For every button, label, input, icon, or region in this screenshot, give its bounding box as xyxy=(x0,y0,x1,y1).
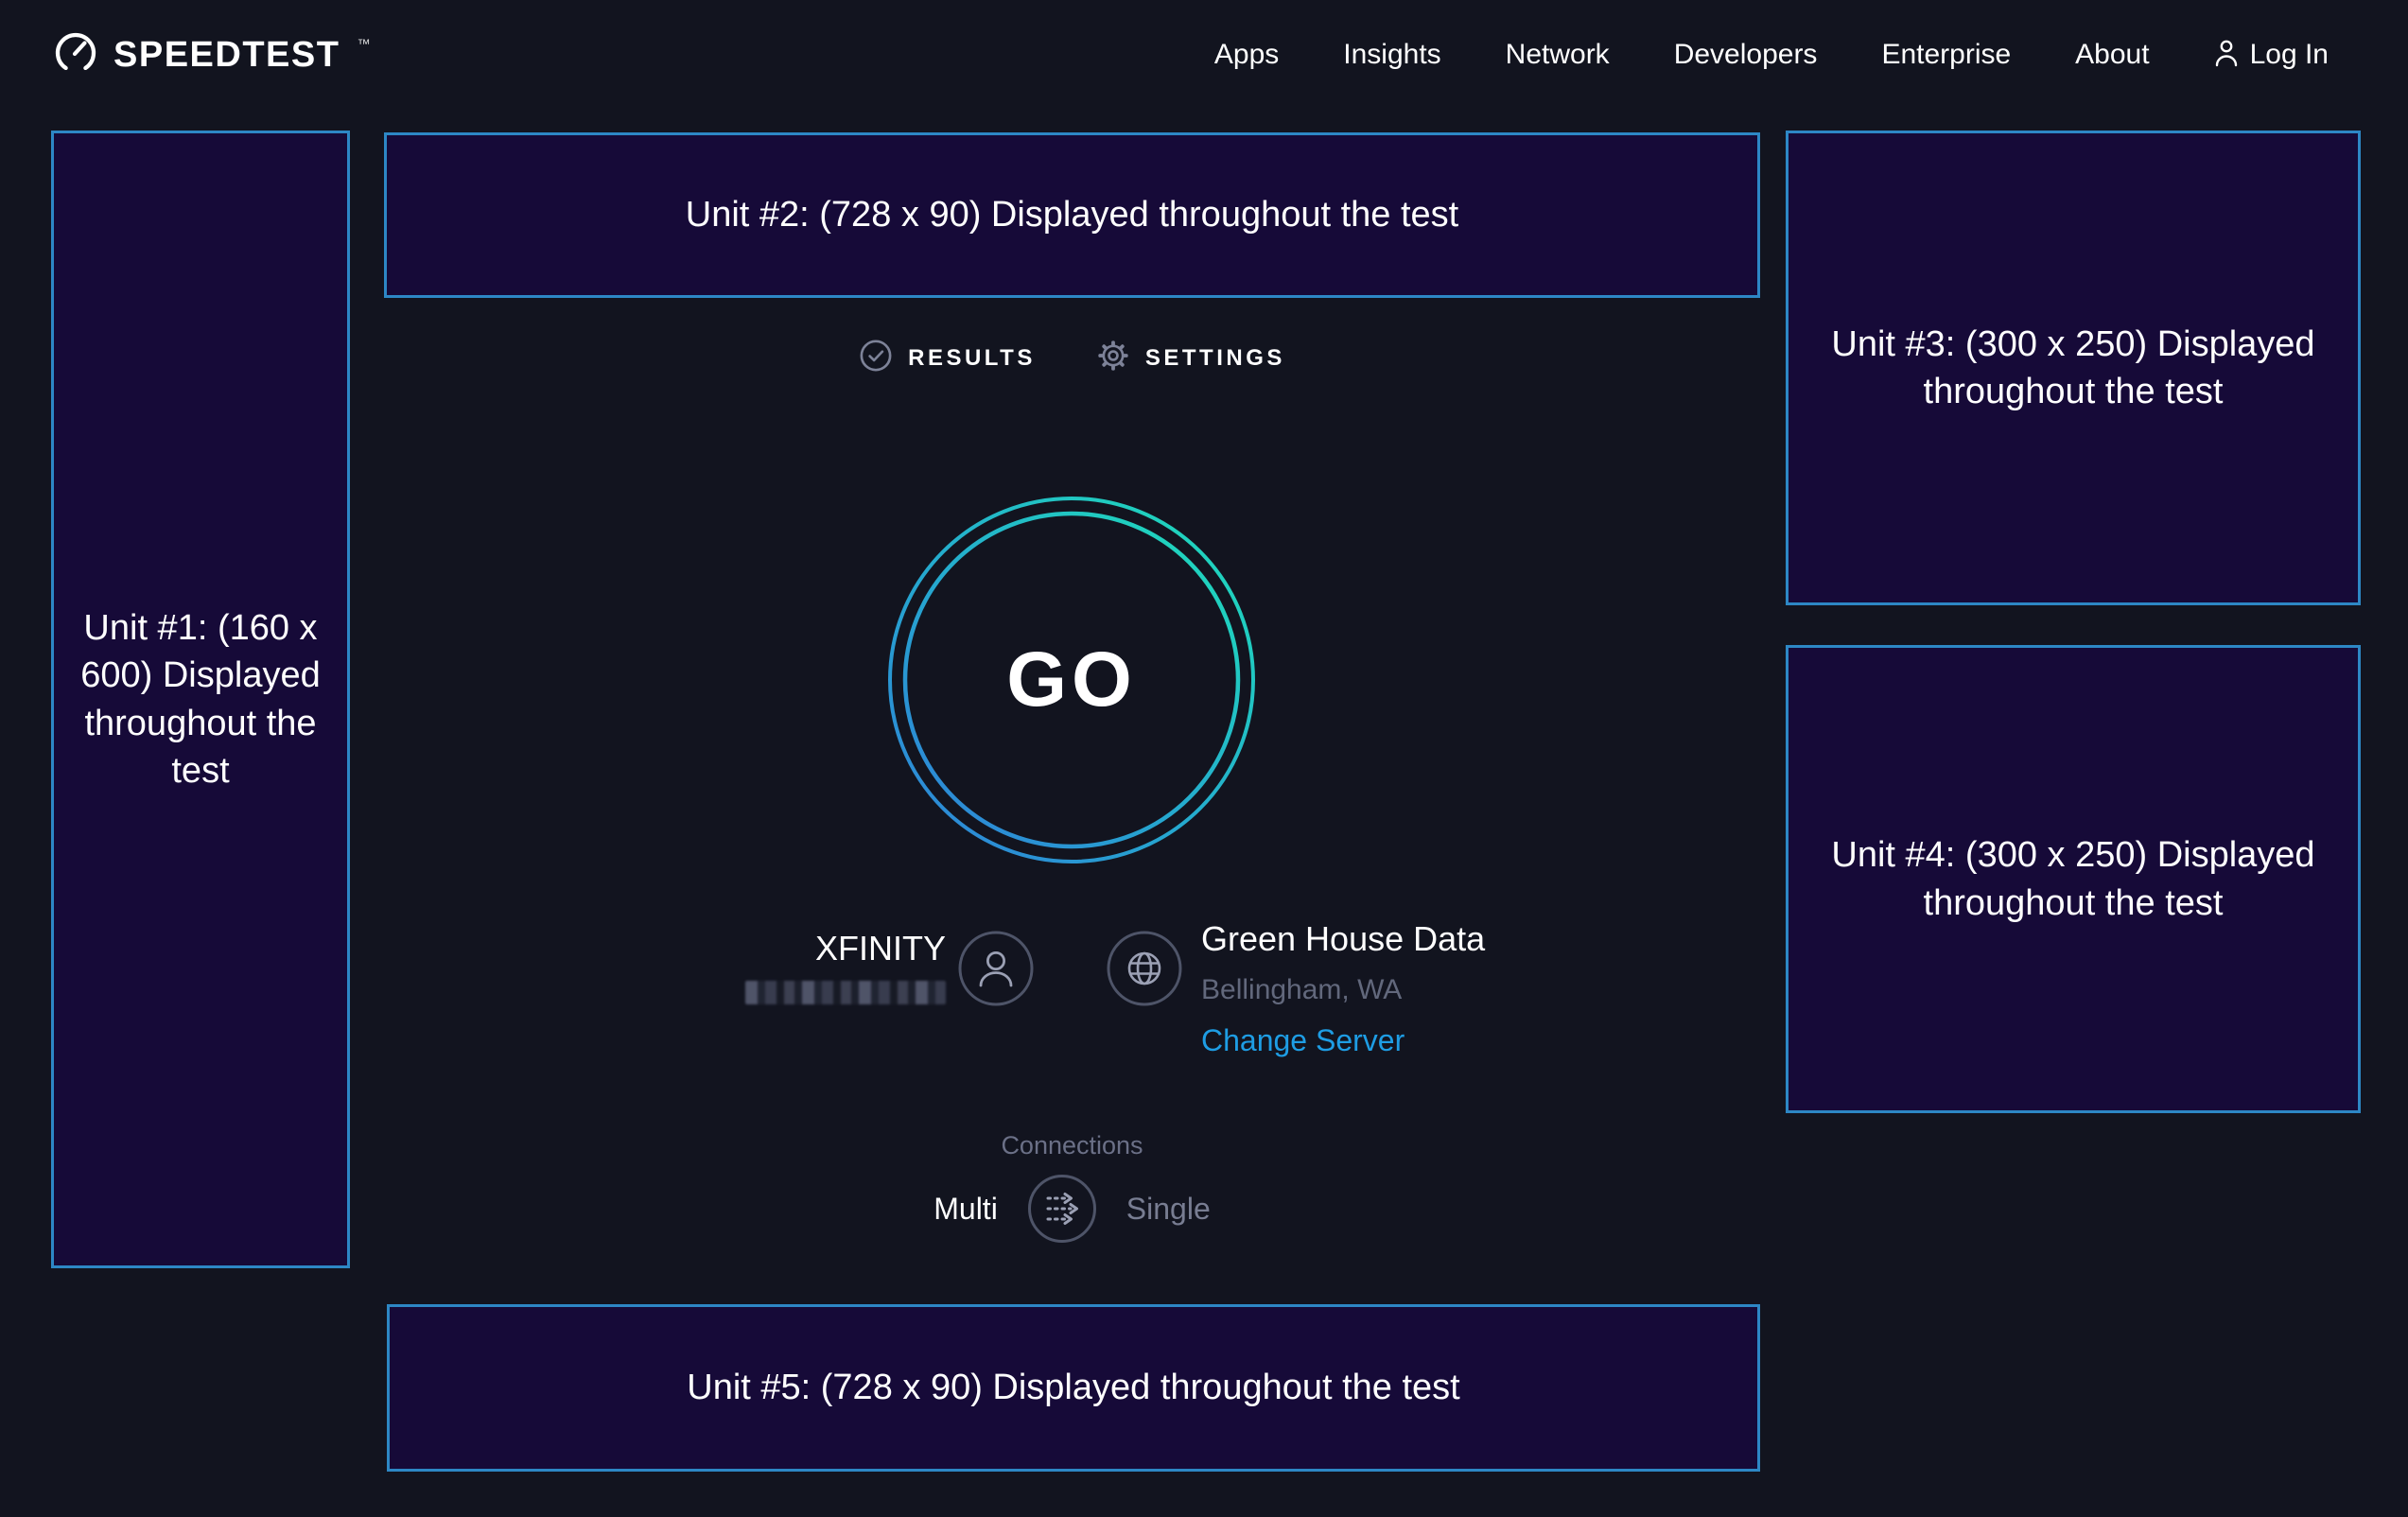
ad-unit-3[interactable]: Unit #3: (300 x 250) Displayed throughou… xyxy=(1786,131,2361,605)
view-tabs: RESULTS SETTINGS xyxy=(384,339,1760,377)
tab-settings-label: SETTINGS xyxy=(1145,345,1285,372)
ad-unit-3-label: Unit #3: (300 x 250) Displayed throughou… xyxy=(1807,321,2339,415)
go-button-label: GO xyxy=(1006,636,1137,724)
nav-item-network[interactable]: Network xyxy=(1506,39,1610,71)
main-nav: Apps Insights Network Developers Enterpr… xyxy=(1214,38,2329,73)
isp-name[interactable]: XFINITY xyxy=(662,929,946,968)
ad-unit-1-label: Unit #1: (160 x 600) Displayed throughou… xyxy=(61,604,340,794)
nav-item-about[interactable]: About xyxy=(2075,39,2149,71)
tab-settings[interactable]: SETTINGS xyxy=(1096,339,1285,377)
top-nav-bar: SPEEDTEST ™ Apps Insights Network Develop… xyxy=(0,0,2408,110)
tab-results-label: RESULTS xyxy=(908,345,1036,372)
gear-icon xyxy=(1096,339,1130,377)
change-server-link[interactable]: Change Server xyxy=(1201,1023,1485,1058)
user-circle-icon xyxy=(957,930,1035,1012)
logo-trademark: ™ xyxy=(357,36,370,51)
connections-title: Connections xyxy=(384,1131,1760,1160)
server-location: Bellingham, WA xyxy=(1201,974,1485,1006)
tab-results[interactable]: RESULTS xyxy=(859,339,1036,377)
connections-toggle-row: Multi Single xyxy=(384,1173,1760,1245)
nav-item-enterprise[interactable]: Enterprise xyxy=(1881,39,2011,71)
globe-icon xyxy=(1106,930,1183,1012)
check-circle-icon xyxy=(859,339,893,377)
isp-info: XFINITY xyxy=(662,929,946,1004)
ad-unit-5-label: Unit #5: (728 x 90) Displayed throughout… xyxy=(687,1364,1459,1411)
login-label: Log In xyxy=(2250,39,2329,71)
ad-unit-1[interactable]: Unit #1: (160 x 600) Displayed throughou… xyxy=(51,131,350,1268)
nav-item-apps[interactable]: Apps xyxy=(1214,39,1279,71)
ad-unit-5[interactable]: Unit #5: (728 x 90) Displayed throughout… xyxy=(387,1304,1760,1472)
ad-unit-4[interactable]: Unit #4: (300 x 250) Displayed throughou… xyxy=(1786,645,2361,1113)
connections-single-label[interactable]: Single xyxy=(1126,1192,1211,1227)
ad-unit-2[interactable]: Unit #2: (728 x 90) Displayed throughout… xyxy=(384,132,1760,298)
connections-multi-label[interactable]: Multi xyxy=(934,1192,998,1227)
server-name: Green House Data xyxy=(1201,919,1485,959)
multi-connection-toggle-icon[interactable] xyxy=(1026,1173,1098,1245)
user-icon xyxy=(2214,38,2239,73)
speedtest-logo[interactable]: SPEEDTEST ™ xyxy=(53,30,370,80)
speedometer-icon xyxy=(53,30,98,80)
ad-unit-4-label: Unit #4: (300 x 250) Displayed throughou… xyxy=(1807,831,2339,926)
ad-unit-2-label: Unit #2: (728 x 90) Displayed throughout… xyxy=(686,191,1458,238)
go-button[interactable]: GO xyxy=(887,496,1256,864)
nav-item-insights[interactable]: Insights xyxy=(1343,39,1440,71)
censored-ip-text xyxy=(745,981,946,1004)
logo-text: SPEEDTEST xyxy=(113,35,340,76)
server-info: Green House Data Bellingham, WA Change S… xyxy=(1201,919,1485,1058)
nav-item-developers[interactable]: Developers xyxy=(1674,39,1818,71)
login-button[interactable]: Log In xyxy=(2214,38,2329,73)
